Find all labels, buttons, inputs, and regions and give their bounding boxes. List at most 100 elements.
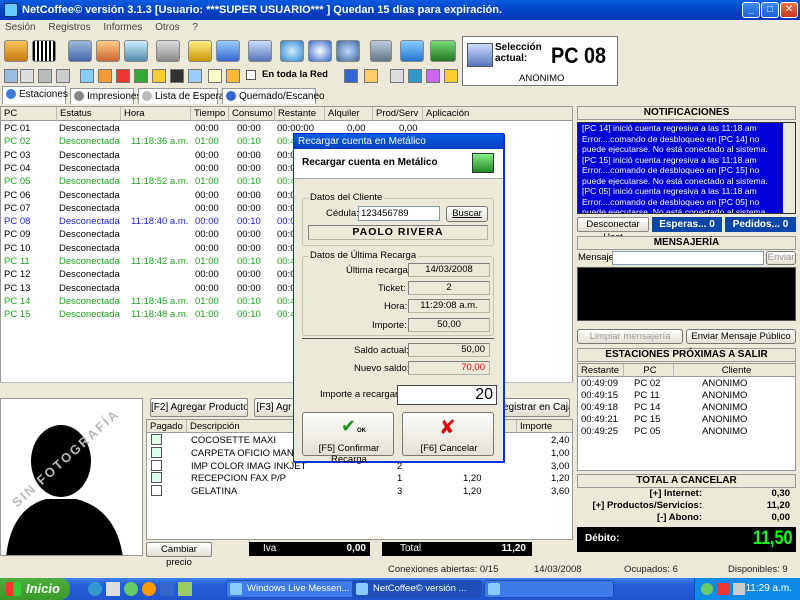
- barcode-icon[interactable]: [32, 40, 56, 62]
- block-icon[interactable]: [116, 69, 130, 83]
- col-importe[interactable]: Importe: [517, 420, 572, 433]
- find-user-icon[interactable]: [336, 40, 360, 62]
- register-cash-button[interactable]: egistrar en Caja: [502, 398, 570, 417]
- list-item[interactable]: 00:49:21 PC 15 ANONIMO: [578, 414, 795, 426]
- waits-button[interactable]: Esperas... 0: [652, 217, 722, 232]
- clock-icon[interactable]: [124, 40, 148, 62]
- tab-quemado[interactable]: Quemado/Escaneo: [222, 88, 325, 104]
- recharge-cash-icon[interactable]: [430, 40, 456, 62]
- cedula-input[interactable]: [358, 206, 440, 221]
- info-icon[interactable]: [308, 40, 332, 62]
- computer-icon[interactable]: [248, 40, 272, 62]
- list-icon[interactable]: [20, 69, 34, 83]
- note-icon[interactable]: [208, 69, 222, 83]
- menu-informes[interactable]: Informes: [98, 20, 147, 35]
- add-product-button[interactable]: [F2] Agregar Producto: [150, 398, 248, 417]
- menu-otros[interactable]: Otros: [150, 20, 184, 35]
- chart-icon[interactable]: [68, 40, 92, 62]
- list-item[interactable]: 00:49:25 PC 05 ANONIMO: [578, 426, 795, 438]
- menu-registros[interactable]: Registros: [43, 20, 95, 35]
- keyboard-icon[interactable]: [56, 69, 70, 83]
- message-input[interactable]: [612, 251, 764, 265]
- print-icon[interactable]: [390, 69, 404, 83]
- clear-messages-button[interactable]: Limpiar mensajería: [577, 329, 683, 344]
- disconnect-host-button[interactable]: Desconectar Host: [577, 217, 649, 243]
- notifications-scrollbar[interactable]: [783, 123, 795, 213]
- minimize-button[interactable]: _: [742, 2, 760, 18]
- col-hora[interactable]: Hora: [121, 107, 191, 121]
- send-button[interactable]: Enviar: [766, 251, 796, 265]
- media-icon[interactable]: [124, 582, 138, 596]
- network-icon[interactable]: [280, 40, 304, 62]
- col-restante[interactable]: Restante: [578, 364, 624, 377]
- col-pagado[interactable]: Pagado: [147, 420, 187, 433]
- orders-button[interactable]: Pedidos... 0: [725, 217, 796, 232]
- table-row[interactable]: RECEPCION FAX P/P 1 1,20 1,20: [147, 472, 572, 485]
- camera-icon[interactable]: [426, 69, 440, 83]
- change-price-button[interactable]: Cambiar precio: [146, 542, 212, 568]
- antivirus-tray-icon[interactable]: [717, 583, 729, 595]
- search-button[interactable]: Buscar: [446, 206, 488, 222]
- terminal-icon[interactable]: [170, 69, 184, 83]
- col-cliente[interactable]: Cliente: [674, 364, 795, 377]
- coin-icon[interactable]: [364, 69, 378, 83]
- start-button[interactable]: Inicio: [0, 578, 70, 600]
- ie-icon[interactable]: [160, 582, 174, 596]
- list-item[interactable]: 00:49:09 PC 02 ANONIMO: [578, 378, 795, 390]
- unlock-icon[interactable]: [134, 69, 148, 83]
- task-messenger[interactable]: Windows Live Messen...: [226, 580, 362, 598]
- col-pc[interactable]: PC: [624, 364, 674, 377]
- message-icon[interactable]: [152, 69, 166, 83]
- money-icon[interactable]: [344, 69, 358, 83]
- grid-icon[interactable]: [4, 69, 18, 83]
- list-item[interactable]: 00:49:18 PC 14 ANONIMO: [578, 402, 795, 414]
- task-netcoffee[interactable]: NetCoffee© versión ...: [352, 580, 482, 598]
- users-icon[interactable]: [4, 40, 28, 62]
- network-tray-icon[interactable]: [733, 583, 745, 595]
- power-icon[interactable]: [188, 69, 202, 83]
- col-alquiler[interactable]: Alquiler: [325, 107, 373, 121]
- send-public-message-button[interactable]: Enviar Mensaje Público: [686, 329, 796, 344]
- refresh-icon[interactable]: [400, 40, 424, 62]
- browser-icon[interactable]: [142, 582, 156, 596]
- calendar-icon[interactable]: [96, 40, 120, 62]
- col-prodserv[interactable]: Prod/Serv: [373, 107, 423, 121]
- list-item[interactable]: 00:49:15 PC 11 ANONIMO: [578, 390, 795, 402]
- cancel-button[interactable]: ✘ [F6] Cancelar: [402, 412, 494, 456]
- keys-icon[interactable]: [188, 40, 212, 62]
- col-consumo[interactable]: Consumo: [229, 107, 275, 121]
- col-tiempo[interactable]: Tiempo: [191, 107, 229, 121]
- messenger-tray-icon[interactable]: [701, 583, 713, 595]
- notifications-log[interactable]: [PC 14] inició cuenta regresiva a las 11…: [577, 122, 796, 214]
- tab-lista-espera[interactable]: Lista de Espera: [138, 88, 225, 104]
- table-row[interactable]: GELATINA 3 1,20 3,60: [147, 485, 572, 498]
- recharge-amount-input[interactable]: [397, 385, 497, 405]
- calculator-icon[interactable]: [370, 40, 392, 62]
- firefox-icon[interactable]: [88, 582, 102, 596]
- menu-sesion[interactable]: Sesión: [0, 20, 41, 35]
- folder-icon[interactable]: [106, 582, 120, 596]
- col-estatus[interactable]: Estatus: [57, 107, 121, 121]
- search-tool-icon[interactable]: [156, 40, 180, 62]
- settings-icon[interactable]: [98, 69, 112, 83]
- messenger-quick-icon[interactable]: [178, 582, 192, 596]
- maximize-button[interactable]: □: [761, 2, 779, 18]
- messages-area[interactable]: [577, 267, 796, 321]
- add-service-button[interactable]: [F3] Agr: [254, 398, 294, 417]
- next-stations-table[interactable]: Restante PC Cliente 00:49:09 PC 02 ANONIMO…: [577, 363, 796, 471]
- network-checkbox[interactable]: [246, 70, 256, 80]
- star-icon[interactable]: [444, 69, 458, 83]
- col-aplicacion[interactable]: Aplicación: [423, 107, 572, 121]
- tab-estaciones[interactable]: Estaciones: [2, 86, 68, 104]
- menu-help[interactable]: ?: [187, 20, 203, 35]
- col-restante[interactable]: Restante: [275, 107, 325, 121]
- settings-monitor-icon[interactable]: [216, 40, 240, 62]
- table-icon[interactable]: [38, 69, 52, 83]
- confirm-recharge-button[interactable]: ✔ OK [F5] Confirmar Recarga: [302, 412, 394, 465]
- lock-icon[interactable]: [226, 69, 240, 83]
- task-other[interactable]: [484, 580, 614, 598]
- close-button[interactable]: ✕: [780, 2, 798, 18]
- monitor-icon[interactable]: [80, 69, 94, 83]
- col-pc[interactable]: PC: [1, 107, 57, 121]
- tool-icon[interactable]: [408, 69, 422, 83]
